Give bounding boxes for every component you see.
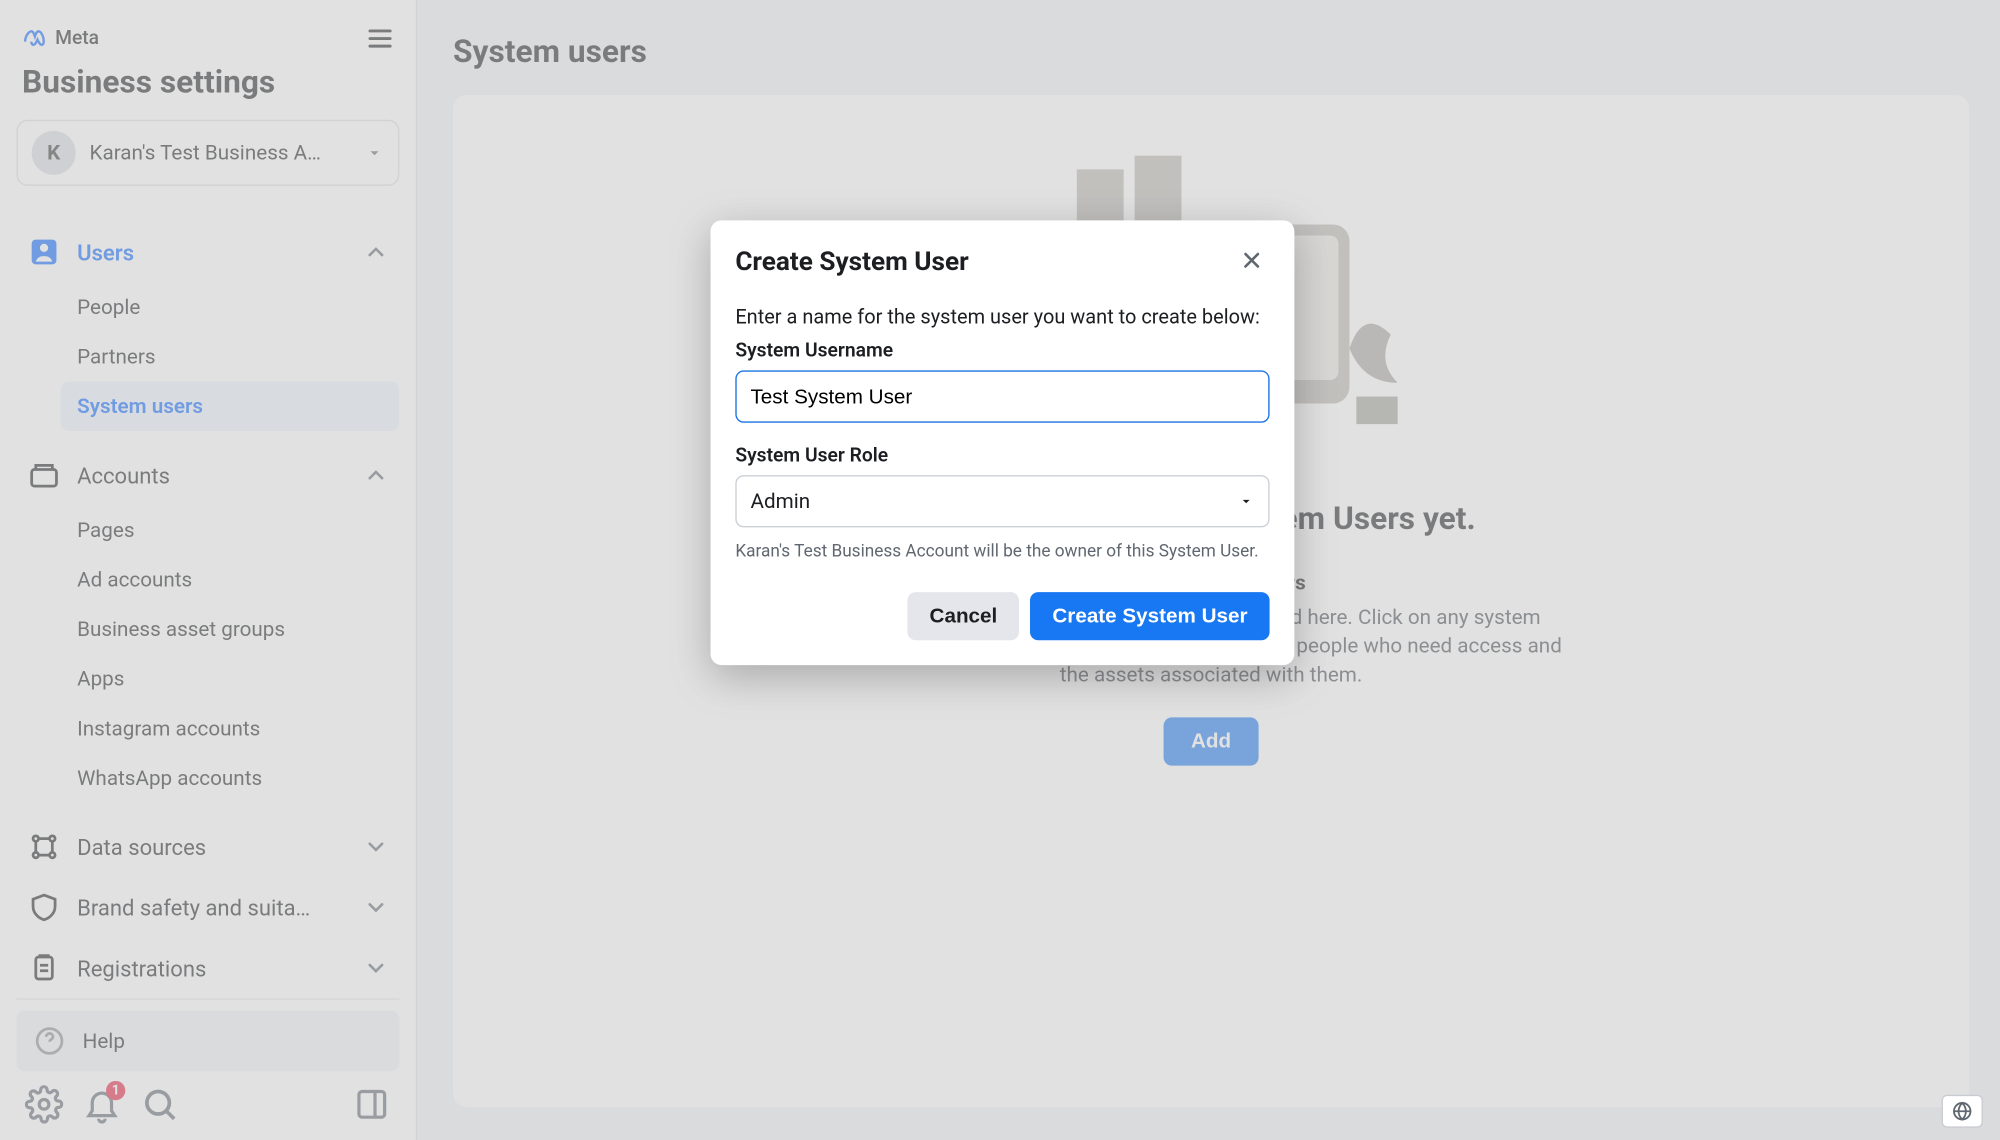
globe-icon[interactable]	[1942, 1095, 1983, 1128]
modal-helper-text: Karan's Test Business Account will be th…	[735, 541, 1269, 562]
system-user-role-select[interactable]: Admin	[735, 475, 1269, 527]
modal-title: Create System User	[735, 244, 968, 276]
role-label: System User Role	[735, 445, 1269, 467]
close-icon[interactable]	[1234, 242, 1270, 278]
modal-instruction: Enter a name for the system user you wan…	[735, 306, 1269, 329]
username-label: System Username	[735, 340, 1269, 362]
caret-down-icon	[1238, 493, 1255, 510]
create-system-user-modal: Create System User Enter a name for the …	[711, 220, 1295, 665]
cancel-button[interactable]: Cancel	[908, 592, 1020, 640]
role-value: Admin	[750, 489, 810, 514]
system-username-input[interactable]	[735, 370, 1269, 422]
create-system-user-button[interactable]: Create System User	[1030, 592, 1269, 640]
